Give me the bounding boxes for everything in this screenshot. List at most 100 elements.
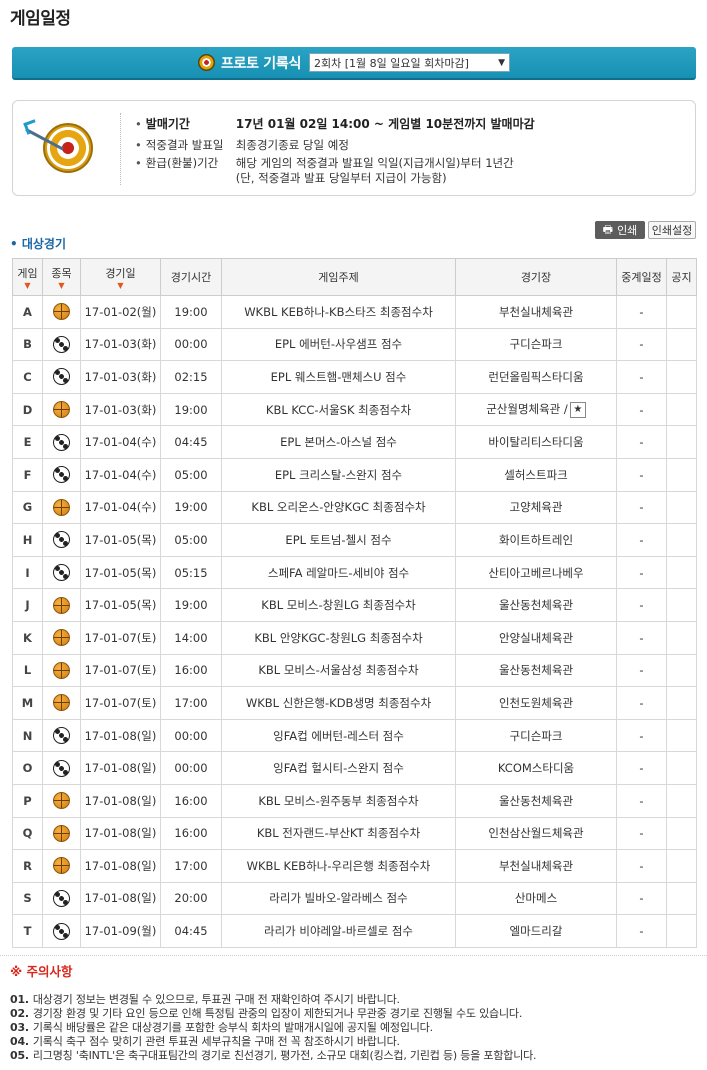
cell-notice bbox=[666, 392, 697, 427]
table-row: A 17-01-02(월) 19:00 WKBL KEB하나-KB스타즈 최종점수차 부… bbox=[12, 295, 697, 329]
info-row-refund-note: • (단, 적중결과 발표 당일부터 지급이 가능함) bbox=[135, 171, 447, 185]
dartboard-icon bbox=[43, 123, 93, 173]
venue-name: 산티아고베르나베우 bbox=[488, 565, 584, 580]
print-button[interactable]: 🖶 인쇄 bbox=[595, 221, 645, 239]
cell-notice bbox=[666, 588, 697, 622]
cell-date: 17-01-07(토) bbox=[80, 620, 161, 655]
cell-notice bbox=[666, 686, 697, 720]
venue-name: 인천도원체육관 bbox=[498, 695, 574, 710]
cell-date: 17-01-05(목) bbox=[80, 523, 161, 557]
cell-venue: 구디슨파크 bbox=[455, 327, 617, 362]
col-header-sport[interactable]: 종목 ▼ bbox=[42, 258, 81, 296]
cell-subject: 스페FA 레알마드-세비야 점수 bbox=[221, 555, 456, 590]
cell-time: 14:00 bbox=[160, 620, 222, 655]
col-header-notice: 공지 bbox=[666, 258, 697, 296]
cell-subject: WKBL KEB하나-우리은행 최종점수차 bbox=[221, 849, 456, 883]
info-value: 해당 게임의 적중결과 발표일 익일(지급개시일)부터 1년간 bbox=[235, 156, 514, 170]
cell-sport bbox=[42, 457, 81, 492]
table-row: J 17-01-05(목) 19:00 KBL 모비스-창원LG 최종점수차 울산동천체… bbox=[12, 588, 697, 622]
basketball-icon bbox=[53, 661, 70, 679]
cell-notice bbox=[666, 849, 697, 883]
cell-time: 02:15 bbox=[160, 360, 222, 394]
basketball-icon bbox=[53, 498, 70, 516]
cell-sport bbox=[42, 751, 81, 785]
cell-venue: 군산월명체육관 / ★ bbox=[455, 392, 617, 427]
cell-notice bbox=[666, 816, 697, 851]
venue-name: 런던올림픽스타디움 bbox=[488, 369, 584, 384]
cell-venue: 고양체육관 bbox=[455, 490, 617, 525]
info-row-result-date: • 적중결과 발표일 최종경기종료 당일 예정 bbox=[135, 138, 349, 152]
cell-game: E bbox=[12, 425, 43, 459]
round-select[interactable]: 2회차 [1월 8일 일요일 회차마감] ▼ bbox=[309, 53, 511, 72]
info-label: 적중결과 발표일 bbox=[145, 138, 224, 152]
cell-notice bbox=[666, 490, 697, 525]
sale-info-box: • 발매기간 17년 01월 02일 14:00 ~ 게임별 10분전까지 발매… bbox=[12, 100, 696, 196]
cell-sport bbox=[42, 425, 81, 459]
cell-relay: - bbox=[616, 783, 667, 818]
basketball-icon bbox=[53, 792, 70, 810]
cell-date: 17-01-08(일) bbox=[80, 881, 161, 916]
soccer-icon bbox=[53, 531, 70, 549]
round-title: 프로토 기록식 bbox=[220, 55, 302, 72]
table-row: S 17-01-08(일) 20:00 라리가 빌바오-알라베스 점수 산마메스 - bbox=[12, 881, 697, 916]
venue-name: 안양실내체육관 bbox=[498, 630, 574, 645]
sort-arrow-icon: ▼ bbox=[58, 280, 65, 290]
star-icon[interactable]: ★ bbox=[569, 401, 586, 418]
cell-game: J bbox=[12, 588, 43, 622]
cell-date: 17-01-08(일) bbox=[80, 783, 161, 818]
cell-time: 04:45 bbox=[160, 425, 222, 459]
cell-notice bbox=[666, 295, 697, 329]
cell-venue: 런던올림픽스타디움 bbox=[455, 360, 617, 394]
col-header-game[interactable]: 게임 ▼ bbox=[12, 258, 43, 296]
cell-venue: 울산동천체육관 bbox=[455, 588, 617, 622]
venue-name: 셀허스트파크 bbox=[504, 467, 568, 482]
col-header-subject: 게임주제 bbox=[221, 258, 456, 296]
cell-venue: 엘마드리갈 bbox=[455, 914, 617, 948]
cell-subject: KBL 모비스-원주동부 최종점수차 bbox=[221, 783, 456, 818]
cell-sport bbox=[42, 360, 81, 394]
cell-venue: 울산동천체육관 bbox=[455, 783, 617, 818]
cell-game: C bbox=[12, 360, 43, 394]
cell-notice bbox=[666, 360, 697, 394]
cell-game: Q bbox=[12, 816, 43, 851]
cell-notice bbox=[666, 457, 697, 492]
cell-subject: KBL 전자랜드-부산KT 최종점수차 bbox=[221, 816, 456, 851]
venue-name: 엘마드리갈 bbox=[509, 924, 563, 939]
cell-relay: - bbox=[616, 555, 667, 590]
cell-game: K bbox=[12, 620, 43, 655]
venue-name: 부천실내체육관 bbox=[498, 858, 574, 873]
venue-name: 화이트하트레인 bbox=[498, 532, 574, 547]
print-setting-button[interactable]: 인쇄설정 bbox=[648, 221, 696, 239]
cell-time: 19:00 bbox=[160, 490, 222, 525]
cell-venue: 산티아고베르나베우 bbox=[455, 555, 617, 590]
cell-venue: 부천실내체육관 bbox=[455, 295, 617, 329]
cell-game: O bbox=[12, 751, 43, 785]
cell-relay: - bbox=[616, 816, 667, 851]
cell-time: 16:00 bbox=[160, 816, 222, 851]
cell-date: 17-01-05(목) bbox=[80, 555, 161, 590]
cell-game: P bbox=[12, 783, 43, 818]
notice-item: 05. 리그명칭 '축INTL'은 축구대표팀간의 경기로 친선경기, 평가전, … bbox=[10, 1049, 537, 1062]
info-row-sale-period: • 발매기간 17년 01월 02일 14:00 ~ 게임별 10분전까지 발매… bbox=[135, 117, 535, 131]
col-header-date[interactable]: 경기일 ▼ bbox=[80, 258, 161, 296]
venue-name: 구디슨파크 bbox=[509, 337, 563, 352]
cell-time: 17:00 bbox=[160, 686, 222, 720]
cell-notice bbox=[666, 881, 697, 916]
info-value: 최종경기종료 당일 예정 bbox=[235, 138, 349, 152]
basketball-icon bbox=[53, 401, 70, 419]
venue-name: 울산동천체육관 bbox=[498, 793, 574, 808]
cell-subject: KBL KCC-서울SK 최종점수차 bbox=[221, 392, 456, 427]
cell-venue: 구디슨파크 bbox=[455, 718, 617, 753]
cell-date: 17-01-08(일) bbox=[80, 849, 161, 883]
cell-relay: - bbox=[616, 751, 667, 785]
cell-sport bbox=[42, 392, 81, 427]
cell-sport bbox=[42, 783, 81, 818]
basketball-icon bbox=[53, 303, 70, 321]
page-title: 게임일정 bbox=[10, 9, 71, 29]
cell-date: 17-01-08(일) bbox=[80, 718, 161, 753]
cell-relay: - bbox=[616, 457, 667, 492]
table-row: C 17-01-03(화) 02:15 EPL 웨스트햄-맨체스U 점수 런던올림픽스타… bbox=[12, 360, 697, 394]
cell-sport bbox=[42, 588, 81, 622]
cell-time: 00:00 bbox=[160, 718, 222, 753]
cell-venue: 울산동천체육관 bbox=[455, 653, 617, 688]
